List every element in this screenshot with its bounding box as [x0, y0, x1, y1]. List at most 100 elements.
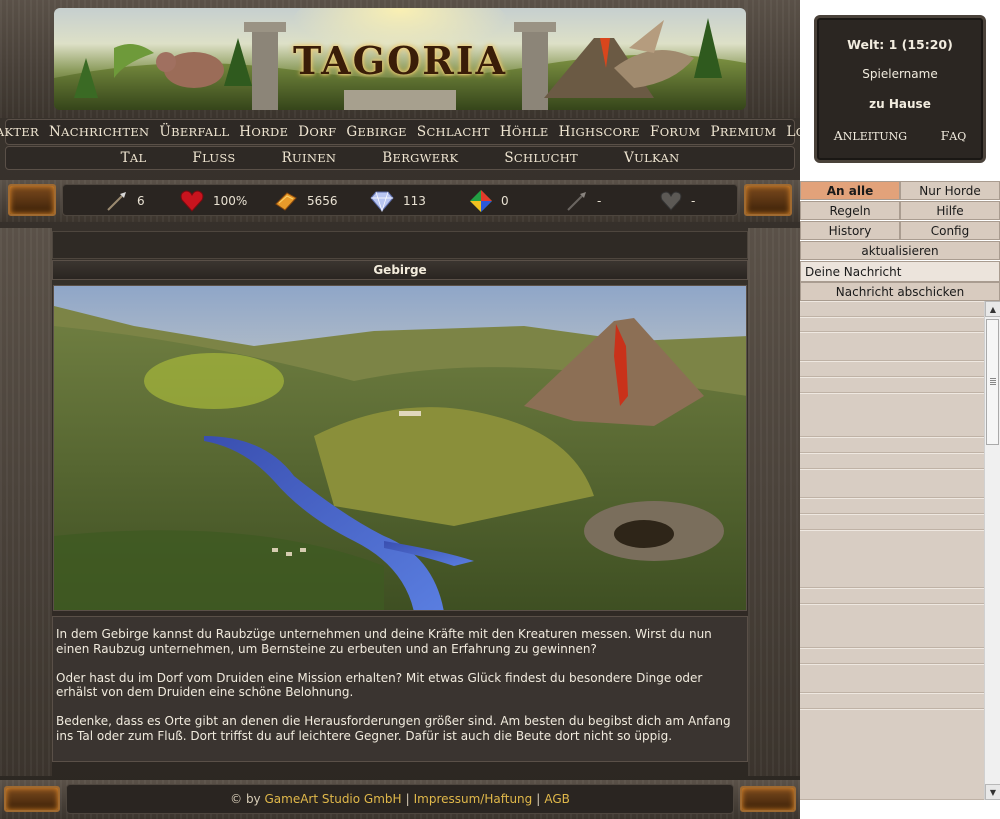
nav-fluss[interactable]: Fluss [169, 150, 258, 166]
nav-charakter[interactable]: Charakter [0, 124, 44, 140]
rules-button[interactable]: Regeln [800, 201, 900, 220]
chat-row [800, 437, 984, 453]
chat-message-input[interactable] [800, 261, 1000, 282]
guide-link[interactable]: Anleitung [834, 128, 907, 143]
header-banner: TAGORIA [0, 0, 800, 118]
chat-row [800, 469, 984, 498]
chat-row [800, 317, 984, 332]
config-button[interactable]: Config [900, 221, 1000, 240]
mountain-landscape-image [53, 285, 747, 611]
chat-tab-all[interactable]: An alle [800, 181, 900, 200]
resource-gems: 113 [369, 185, 426, 217]
gold-value: 5656 [307, 194, 338, 208]
secondary-navigation: Tal Fluss Ruinen Bergwerk Schlucht Vulka… [5, 146, 795, 170]
diamond-icon [370, 191, 394, 212]
top-info-panel [52, 231, 748, 259]
world-info: Welt: 1 (15:20) [847, 37, 953, 52]
faq-link[interactable]: FAQ [941, 128, 967, 143]
mana-value: 0 [501, 194, 509, 208]
weapon-value: 6 [137, 194, 145, 208]
player-name: Spielername [862, 67, 938, 81]
treasure-chest-icon [8, 184, 56, 216]
page-title: Gebirge [373, 263, 427, 277]
chat-row [800, 453, 984, 469]
arrow-icon [567, 192, 586, 211]
nav-tal[interactable]: Tal [98, 150, 170, 166]
scroll-down-icon[interactable]: ▼ [985, 784, 1000, 800]
player-info-box: Welt: 1 (15:20) Spielername zu Hause Anl… [814, 15, 986, 163]
chat-row [800, 361, 984, 377]
copyright-text: © by [230, 792, 261, 806]
treasure-chest-icon [4, 786, 60, 812]
banner-right-edge [746, 0, 800, 118]
gems-value: 113 [403, 194, 426, 208]
nav-schlacht[interactable]: Schlacht [412, 124, 495, 140]
chat-row [800, 498, 984, 514]
resource-gold: 5656 [273, 185, 338, 217]
arrow-value: - [597, 194, 602, 208]
heart-icon [180, 190, 204, 212]
nav-vulkan[interactable]: Vulkan [601, 150, 702, 166]
resource-mana: 0 [469, 185, 509, 217]
chat-scrollbar[interactable]: ▲ ▼ [984, 301, 1000, 800]
scroll-up-icon[interactable]: ▲ [985, 301, 1000, 317]
nav-nachrichten[interactable]: Nachrichten [44, 124, 154, 140]
help-button[interactable]: Hilfe [900, 201, 1000, 220]
nav-horde[interactable]: Horde [234, 124, 293, 140]
frame-left-column [0, 228, 52, 776]
gold-bar-icon [275, 192, 297, 211]
location-status: zu Hause [869, 97, 931, 111]
resource-bar: 6 100% 5656 113 0 - - [0, 180, 800, 222]
chat-row [800, 648, 984, 664]
footer-separator: | [405, 792, 410, 806]
chat-tab-horde[interactable]: Nur Horde [900, 181, 1000, 200]
chat-log [800, 301, 1000, 800]
chat-row [800, 332, 984, 361]
history-button[interactable]: History [800, 221, 900, 240]
stone-heart-value: - [691, 194, 696, 208]
company-link[interactable]: GameArt Studio GmbH [265, 792, 402, 806]
stone-heart-icon [660, 191, 682, 211]
chat-row [800, 693, 984, 709]
banner-left-edge [0, 0, 54, 118]
chat-row [800, 301, 984, 317]
nav-forum[interactable]: Forum [645, 124, 705, 140]
nav-ueberfall[interactable]: Überfall [154, 124, 234, 140]
description-box: In dem Gebirge kannst du Raubzüge untern… [52, 616, 748, 762]
resource-arrow: - [565, 185, 601, 217]
rainbow-crystal-icon [470, 190, 492, 212]
chat-row [800, 393, 984, 437]
nav-ruinen[interactable]: Ruinen [259, 150, 360, 166]
spear-icon [107, 192, 126, 211]
nav-bergwerk[interactable]: Bergwerk [359, 150, 481, 166]
chat-row [800, 664, 984, 693]
chat-row [800, 588, 984, 604]
page-title-bar: Gebirge [52, 260, 748, 280]
treasure-chest-icon [744, 184, 792, 216]
resource-stone-heart: - [659, 185, 695, 217]
primary-navigation: Charakter Nachrichten Überfall Horde Dor… [0, 119, 842, 145]
content-frame: Gebirge In dem Gebirge kannst du Raubzüg… [0, 228, 800, 776]
health-value: 100% [213, 194, 248, 208]
chat-row [800, 530, 984, 588]
nav-hoehle[interactable]: Höhle [495, 124, 554, 140]
impressum-link[interactable]: Impressum/Haftung [414, 792, 533, 806]
nav-dorf[interactable]: Dorf [293, 124, 341, 140]
description-paragraph: In dem Gebirge kannst du Raubzüge untern… [56, 627, 712, 656]
footer: © by GameArt Studio GmbH | Impressum/Haf… [0, 780, 800, 819]
refresh-button[interactable]: aktualisieren [800, 241, 1000, 260]
game-area: TAGORIA Charakter Nachrichten Überfall H… [0, 0, 842, 819]
nav-gebirge[interactable]: Gebirge [341, 124, 412, 140]
nav-schlucht[interactable]: Schlucht [481, 150, 601, 166]
nav-premium[interactable]: Premium [705, 124, 781, 140]
send-message-button[interactable]: Nachricht abschicken [800, 282, 1000, 301]
frame-right-column [748, 228, 800, 776]
footer-bar: © by GameArt Studio GmbH | Impressum/Haf… [66, 784, 734, 814]
agb-link[interactable]: AGB [544, 792, 570, 806]
chat-row [800, 604, 984, 648]
chat-row [800, 377, 984, 393]
nav-highscore[interactable]: Highscore [554, 124, 645, 140]
treasure-chest-icon [740, 786, 796, 812]
landscape-illustration [54, 286, 746, 610]
scroll-thumb[interactable] [986, 319, 999, 445]
